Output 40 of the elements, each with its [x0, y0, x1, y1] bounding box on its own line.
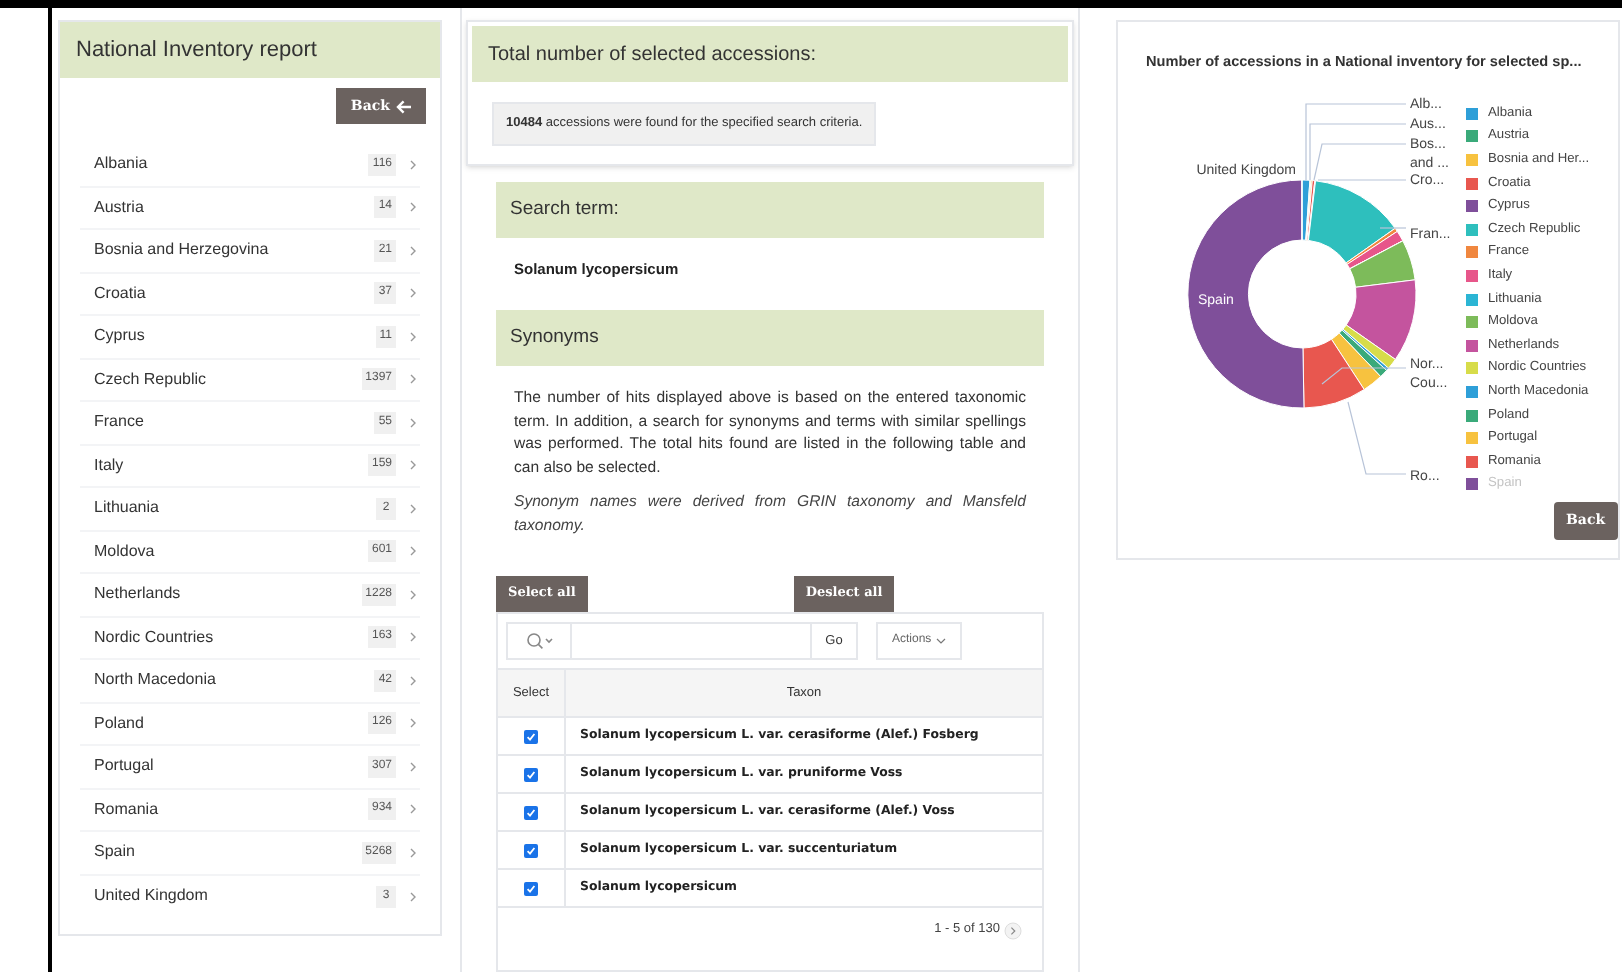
chevron-right-icon	[410, 804, 416, 815]
arrow-left-icon	[396, 99, 412, 113]
donut-slice[interactable]	[1345, 279, 1417, 360]
chevron-right-icon	[410, 159, 416, 170]
chevron-right-icon	[410, 891, 416, 902]
leader-line	[1347, 401, 1407, 475]
donut-slice[interactable]	[1302, 338, 1365, 409]
leader-line	[1379, 227, 1407, 229]
checkbox[interactable]	[524, 729, 538, 743]
section-title: Search term:	[510, 195, 619, 224]
donut-slice[interactable]	[1349, 240, 1416, 288]
checkbox[interactable]	[524, 881, 538, 895]
donut-slice[interactable]	[1307, 180, 1396, 264]
section-title: Total number of selected accessions:	[488, 41, 816, 69]
chevron-right-icon	[410, 675, 416, 686]
chevron-right-icon	[410, 202, 416, 213]
chevron-right-icon	[410, 331, 416, 342]
section-title: Synonyms	[510, 323, 599, 352]
chevron-right-icon	[410, 589, 416, 600]
caret-down-icon	[935, 638, 946, 644]
chevron-right-icon	[410, 245, 416, 256]
chevron-right-icon	[410, 374, 416, 385]
donut-slice[interactable]	[1346, 230, 1404, 270]
chevron-right-icon	[410, 503, 416, 514]
chevron-right-icon	[410, 288, 416, 299]
checkbox[interactable]	[524, 843, 538, 857]
chevron-right-icon	[410, 718, 416, 729]
chevron-right-icon	[410, 546, 416, 557]
checkbox[interactable]	[524, 767, 538, 781]
search-icon[interactable]	[525, 632, 553, 650]
chevron-right-icon	[410, 761, 416, 772]
chevron-right-icon	[410, 847, 416, 858]
checkbox[interactable]	[524, 805, 538, 819]
chevron-right-icon	[410, 460, 416, 471]
leader-line	[1321, 367, 1407, 385]
donut-slice[interactable]	[1330, 332, 1382, 391]
chevron-right-icon	[410, 417, 416, 428]
panel-title: National Inventory report	[76, 35, 317, 66]
next-page-icon[interactable]	[1004, 921, 1022, 939]
chevron-right-icon	[410, 632, 416, 643]
